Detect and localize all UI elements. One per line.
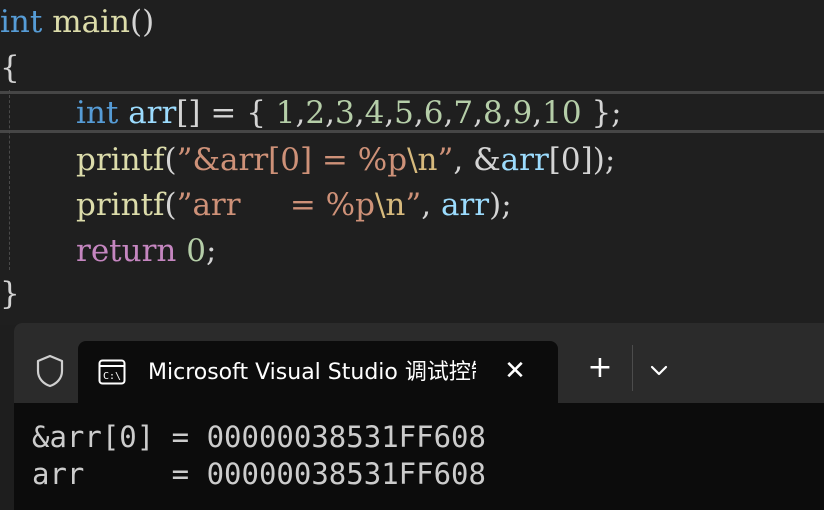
number-literal: 1 — [275, 95, 296, 131]
comma: , — [325, 95, 335, 131]
variable: arr — [440, 187, 490, 223]
svg-text:C:\: C:\ — [103, 371, 121, 382]
punctuation: [] — [176, 95, 201, 131]
close-icon[interactable]: ✕ — [502, 358, 528, 384]
number-literal: 9 — [512, 95, 533, 131]
function-name: main — [52, 4, 130, 40]
number-literal: 0 — [186, 233, 206, 269]
code-line-6[interactable]: return 0; — [76, 231, 216, 271]
output-line: &arr[0] = 00000038531FF608 — [32, 420, 486, 454]
punctuation: ); — [592, 142, 616, 178]
keyword: int — [0, 4, 43, 40]
array-initializer: 1,2,3,4,5,6,7,8,9,10 — [276, 95, 582, 131]
punctuation: ; — [205, 233, 217, 269]
punctuation: , — [421, 187, 441, 223]
punctuation: { — [246, 95, 276, 131]
indent-guide — [9, 90, 10, 270]
keyword: return — [76, 233, 177, 269]
string-literal: ”&arr[0] = %p — [176, 142, 408, 178]
punctuation: () — [129, 4, 155, 40]
punctuation: ( — [164, 142, 177, 178]
output-line: arr = 00000038531FF608 — [32, 457, 486, 491]
debug-console-window[interactable]: C:\ Microsoft Visual Studio 调试控制台 ✕ + &a… — [14, 323, 824, 510]
comma: , — [473, 95, 483, 131]
variable: arr — [500, 142, 549, 178]
code-line-5[interactable]: printf(”arr = %p\n”, arr); — [76, 185, 512, 225]
comma: , — [532, 95, 543, 131]
number-literal: 6 — [423, 95, 444, 131]
punctuation: , — [453, 142, 474, 178]
code-editor[interactable]: int main() { int arr[] = { 1,2,3,4,5,6,7… — [0, 0, 824, 325]
number-literal: 7 — [453, 95, 474, 131]
console-app-icon: C:\ — [98, 359, 126, 385]
code-line-1[interactable]: int main() — [0, 2, 154, 42]
number-literal: 5 — [394, 95, 414, 131]
string-literal: ” — [405, 187, 422, 223]
code-line-7[interactable]: } — [0, 274, 20, 314]
tab-title: Microsoft Visual Studio 调试控制台 — [148, 360, 476, 385]
comma: , — [413, 95, 424, 131]
punctuation: ); — [489, 187, 512, 223]
escape-sequence: \n — [374, 187, 406, 223]
operator: & — [473, 142, 501, 178]
number-literal: 10 — [542, 95, 582, 131]
comma: , — [384, 95, 395, 131]
punctuation: { — [0, 50, 20, 86]
code-line-2[interactable]: { — [0, 48, 20, 88]
comma: , — [295, 95, 306, 131]
number-literal: 4 — [364, 95, 385, 131]
punctuation: ( — [164, 187, 177, 223]
keyword: int — [76, 95, 119, 131]
new-tab-button[interactable]: + — [584, 353, 616, 385]
function-name: printf — [76, 142, 165, 178]
code-line-4[interactable]: printf(”&arr[0] = %p\n”, &arr[0]); — [76, 140, 615, 180]
variable: arr — [128, 95, 177, 131]
tab-divider — [632, 345, 633, 391]
console-output[interactable]: &arr[0] = 00000038531FF608 arr = 0000003… — [32, 419, 812, 493]
escape-sequence: \n — [407, 142, 438, 178]
code-line-3[interactable]: int arr[] = { 1,2,3,4,5,6,7,8,9,10 }; — [76, 93, 622, 133]
number-literal: 3 — [334, 95, 355, 131]
comma: , — [443, 95, 454, 131]
string-literal: ” — [437, 142, 454, 178]
number-literal: 2 — [305, 95, 326, 131]
punctuation: }; — [581, 95, 622, 131]
function-name: printf — [76, 187, 165, 223]
shield-icon[interactable] — [34, 353, 66, 389]
index-expression: [0] — [548, 142, 593, 178]
string-literal: ”arr = %p — [176, 187, 375, 223]
number-literal: 8 — [482, 95, 503, 131]
chevron-down-icon[interactable] — [646, 357, 672, 383]
operator: = — [200, 95, 247, 131]
punctuation: } — [0, 276, 20, 312]
comma: , — [502, 95, 513, 131]
terminal-tab[interactable]: C:\ Microsoft Visual Studio 调试控制台 ✕ — [78, 341, 558, 403]
terminal-tab-bar: C:\ Microsoft Visual Studio 调试控制台 ✕ + — [14, 323, 824, 403]
comma: , — [354, 95, 365, 131]
